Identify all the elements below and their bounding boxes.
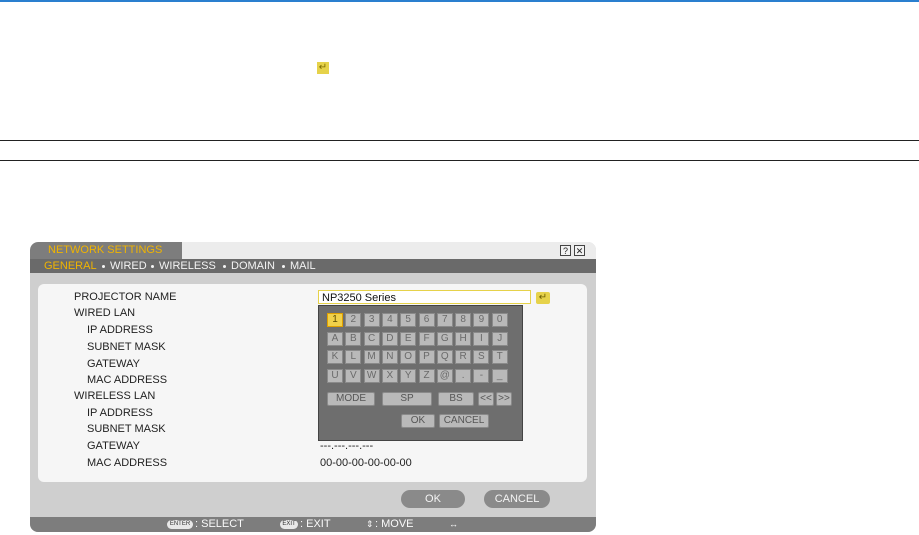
keyboard-ok-button[interactable]: OK [401,414,435,428]
keyboard-key[interactable]: 7 [436,313,453,327]
keyboard-key[interactable]: 4 [381,313,398,327]
wireless-mac-address-label: MAC ADDRESS [87,457,168,469]
keyboard-key[interactable]: 5 [400,313,417,327]
projector-name-label: PROJECTOR NAME [74,291,177,303]
keyboard-key[interactable]: Q [436,350,453,364]
keyboard-key[interactable]: 6 [418,313,435,327]
software-keyboard: 1 2 3 4 5 6 7 8 9 0 A B C D E F G H I J K L M N O P Q R S T U V W X Y Z @. - _… [318,305,523,441]
cursor-right-button[interactable]: >> [496,392,512,406]
close-button[interactable]: ✕ [574,245,585,256]
tab-separator [223,265,226,268]
up-down-arrows-icon: ⇕ [366,519,374,529]
tab-mail[interactable]: MAIL [290,259,316,273]
keyboard-key[interactable]: G [436,331,453,346]
exit-key-icon: EXIT [280,520,298,529]
keyboard-key[interactable]: I [473,331,490,346]
keyboard-key[interactable]: _ [491,368,508,383]
keyboard-key[interactable]: L [345,350,362,364]
keyboard-key[interactable]: 8 [455,313,472,327]
keyboard-key[interactable]: 3 [363,313,380,327]
tab-separator [102,265,105,268]
enter-icon[interactable]: ↵ [536,292,550,304]
tab-separator [151,265,154,268]
keyboard-key[interactable]: 0 [491,313,508,327]
keyboard-key[interactable]: O [400,350,417,364]
divider-top [0,140,919,141]
wired-gateway-label: GATEWAY [87,358,140,370]
wired-subnet-mask-label: SUBNET MASK [87,341,166,353]
keyboard-key[interactable]: 2 [345,313,362,327]
keyboard-key[interactable]: 9 [473,313,490,327]
left-right-arrows-icon: ↔ [449,519,458,529]
divider-bottom [0,160,919,161]
wired-ip-address-label: IP ADDRESS [87,324,153,336]
keyboard-key[interactable]: . [455,368,472,383]
footer-help-bar: ENTER : SELECT EXIT : EXIT ⇕ : MOVE ↔ [30,517,596,532]
ok-button[interactable]: OK [401,490,465,508]
keyboard-key[interactable]: @ [436,368,453,383]
wireless-mac-address-value: 00-00-00-00-00-00 [320,457,412,469]
tab-wired[interactable]: WIRED [110,259,147,273]
keyboard-key[interactable]: C [363,331,380,346]
keyboard-key[interactable]: A [327,331,343,346]
dialog-title: NETWORK SETTINGS [30,242,182,259]
keyboard-cancel-button[interactable]: CANCEL [439,414,489,428]
keyboard-key[interactable]: B [345,331,362,346]
keyboard-key[interactable]: E [400,331,417,346]
wireless-ip-address-label: IP ADDRESS [87,407,153,419]
keyboard-key[interactable]: R [455,350,472,364]
projector-name-field[interactable]: NP3250 Series [318,290,531,304]
keyboard-key[interactable]: P [418,350,435,364]
network-settings-dialog: NETWORK SETTINGS ? ✕ GENERAL WIRED WIREL… [30,242,596,532]
enter-key-icon: ENTER [167,520,193,529]
space-button[interactable]: SP [382,392,432,406]
enter-icon: ↵ [317,62,329,74]
keyboard-key[interactable]: Y [400,368,417,383]
keyboard-key[interactable]: T [491,350,508,364]
keyboard-key[interactable]: J [491,331,508,346]
wireless-subnet-mask-label: SUBNET MASK [87,423,166,435]
keyboard-key[interactable]: H [455,331,472,346]
wireless-lan-label: WIRELESS LAN [74,390,156,402]
move-hint: : MOVE [375,518,414,530]
tab-domain[interactable]: DOMAIN [231,259,275,273]
wired-mac-address-label: MAC ADDRESS [87,374,168,386]
keyboard-key[interactable]: Z [418,368,435,383]
keyboard-key[interactable]: U [327,368,343,383]
keyboard-key[interactable]: M [363,350,380,364]
cursor-left-button[interactable]: << [478,392,494,406]
keyboard-key[interactable]: N [381,350,398,364]
help-button[interactable]: ? [560,245,571,256]
wired-lan-label: WIRED LAN [74,307,136,319]
backspace-button[interactable]: BS [438,392,474,406]
keyboard-key[interactable]: - [473,368,490,383]
keyboard-key[interactable]: K [327,350,343,364]
top-rule [0,0,919,2]
keyboard-key[interactable]: F [418,331,435,346]
keyboard-key[interactable]: 1 [327,313,343,327]
mode-button[interactable]: MODE [327,392,375,406]
keyboard-key[interactable]: W [363,368,380,383]
select-hint: : SELECT [195,518,244,530]
tab-separator [282,265,285,268]
tab-bar: GENERAL WIRED WIRELESS DOMAIN MAIL [30,259,596,273]
keyboard-key[interactable]: X [381,368,398,383]
exit-hint: : EXIT [300,518,331,530]
keyboard-key[interactable]: V [345,368,362,383]
tab-general[interactable]: GENERAL [44,259,97,273]
cancel-button[interactable]: CANCEL [484,490,550,508]
wireless-gateway-value: ---.---.---.--- [320,440,374,452]
tab-wireless[interactable]: WIRELESS [159,259,216,273]
wireless-gateway-label: GATEWAY [87,440,140,452]
keyboard-key[interactable]: S [473,350,490,364]
keyboard-key[interactable]: D [381,331,398,346]
